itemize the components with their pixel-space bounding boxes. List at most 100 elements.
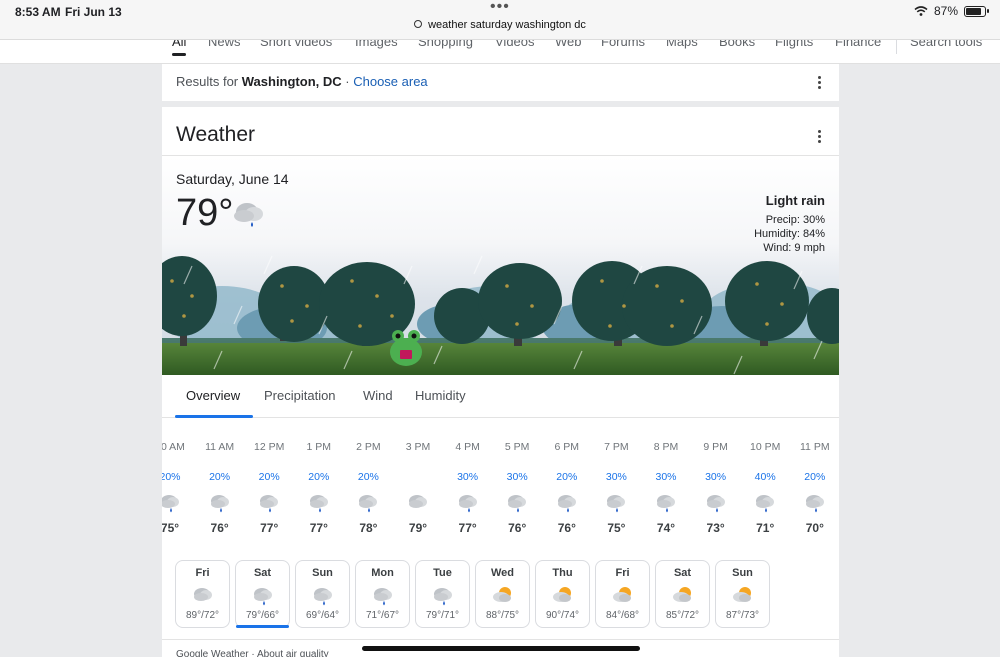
rain-cloud-icon: [506, 491, 528, 515]
search-icon: [414, 20, 423, 28]
current-temperature: 79°: [176, 192, 234, 234]
hour-temp: 74°: [656, 521, 676, 535]
frog-mascot-icon: [390, 330, 422, 366]
rain-cloud-icon: [308, 491, 330, 515]
hour-temp: 75°: [162, 521, 180, 535]
day-name: Sat: [673, 567, 692, 579]
hour-temp: 78°: [359, 521, 378, 535]
day-temps: 84°/68°: [605, 610, 640, 621]
rain-cloud-icon: [372, 584, 394, 606]
hour-temp: 77°: [260, 521, 279, 535]
nav-divider: [896, 40, 897, 54]
nav-tab-videos[interactable]: Videos: [495, 40, 535, 49]
hour-precip: 20%: [162, 471, 181, 483]
nav-tab-finance[interactable]: Finance: [835, 40, 881, 49]
weather-card: Weather Saturday, June 14 79° Light rain…: [162, 107, 839, 657]
day-name: Fri: [195, 567, 210, 579]
home-indicator[interactable]: [362, 646, 640, 651]
rain-cloud-icon: [162, 491, 181, 515]
nav-tab-forums[interactable]: Forums: [601, 40, 645, 49]
results-location: Washington, DC: [241, 74, 342, 89]
nav-tab-flights[interactable]: Flights: [775, 40, 813, 49]
nav-tab-shopping[interactable]: Shopping: [418, 40, 473, 49]
rain-cloud-icon: [252, 584, 274, 606]
rain-cloud-icon: [804, 491, 826, 515]
weather-footer[interactable]: Google Weather · About air quality: [176, 649, 329, 657]
hour-temp: 75°: [607, 521, 626, 535]
results-location-bar: Results for Washington, DC · Choose area: [162, 64, 839, 101]
more-options-icon[interactable]: [818, 76, 822, 90]
partly-sunny-icon: [672, 584, 694, 604]
nav-tab-web[interactable]: Web: [555, 40, 582, 49]
hourly-forecast[interactable]: 10 AM 20% 75° 11 AM 20% 76° 12 PM 20% 77° 1 PM 20%…: [162, 418, 839, 543]
tab-wind[interactable]: Wind: [363, 388, 393, 403]
results-separator: ·: [341, 74, 354, 89]
hour-precip: 20%: [804, 471, 826, 483]
status-date: Fri Jun 13: [65, 5, 122, 19]
hour-time: 10 AM: [162, 441, 185, 453]
weather-tabs: Overview Precipitation Wind Humidity: [162, 375, 839, 418]
rain-cloud-icon: [432, 584, 454, 606]
hour-time: 2 PM: [356, 441, 381, 453]
nav-tab-news[interactable]: News: [208, 40, 241, 49]
rain-cloud-icon: [234, 203, 263, 227]
address-bar[interactable]: weather saturday washington dc: [0, 19, 1000, 31]
daily-item-wed[interactable]: Wed 88°/75°: [475, 560, 530, 628]
status-bar: 8:53 AM Fri Jun 13 ••• weather saturday …: [0, 0, 1000, 40]
day-temps: 87°/73°: [725, 610, 760, 621]
rain-cloud-icon: [754, 491, 776, 515]
selected-day-indicator: [236, 625, 289, 628]
hour-time: 9 PM: [703, 441, 728, 453]
rain-forest-illustration: [162, 255, 839, 375]
daily-item-tue[interactable]: Tue 79°/71°: [415, 560, 470, 628]
hour-precip: 30%: [506, 471, 528, 483]
daily-item-thu[interactable]: Thu 90°/74°: [535, 560, 590, 628]
daily-item-mon[interactable]: Mon 71°/67°: [355, 560, 410, 628]
nav-tab-maps[interactable]: Maps: [666, 40, 698, 49]
battery-percent: 87%: [933, 4, 958, 18]
daily-item-fri[interactable]: Fri 89°/72°: [175, 560, 230, 628]
day-temps: 79°/66°: [245, 610, 280, 621]
tab-precipitation[interactable]: Precipitation: [264, 388, 336, 403]
partly-sunny-icon: [492, 584, 514, 604]
nav-tab-books[interactable]: Books: [719, 40, 755, 49]
hour-precip: 20%: [258, 471, 280, 483]
day-temps: 71°/67°: [365, 610, 400, 621]
tab-humidity[interactable]: Humidity: [415, 388, 466, 403]
nav-tab-search-tools[interactable]: Search tools: [910, 40, 982, 49]
nav-tab-images[interactable]: Images: [355, 40, 398, 49]
hour-temp: 77°: [458, 521, 477, 535]
hour-precip: 30%: [655, 471, 677, 483]
day-temps: 79°/71°: [425, 610, 460, 621]
hour-time: 8 PM: [653, 441, 679, 453]
daily-item-sat[interactable]: Sat 85°/72°: [655, 560, 710, 628]
weather-scene: Saturday, June 14 79° Light rain Precip:…: [162, 156, 839, 375]
rain-cloud-icon: [605, 491, 627, 515]
choose-area-link[interactable]: Choose area: [353, 74, 427, 89]
day-name: Sun: [312, 567, 333, 579]
tab-overview[interactable]: Overview: [186, 388, 240, 403]
day-temps: 90°/74°: [545, 610, 580, 621]
hour-time: 1 PM: [306, 441, 332, 453]
nav-tab-all[interactable]: All: [172, 40, 187, 56]
weather-more-options-icon[interactable]: [818, 130, 822, 144]
hour-temp: 71°: [756, 521, 775, 535]
day-name: Fri: [615, 567, 630, 579]
daily-item-sun[interactable]: Sun 87°/73°: [715, 560, 770, 628]
cloud-icon: [407, 491, 429, 515]
daily-item-sun[interactable]: Sun 69°/64°: [295, 560, 350, 628]
rain-cloud-icon: [312, 584, 334, 606]
nav-tab-short-videos[interactable]: Short videos: [260, 40, 332, 49]
daily-item-sat[interactable]: Sat 79°/66°: [235, 560, 290, 628]
hour-temp: 79°: [408, 521, 428, 535]
hour-time: 6 PM: [554, 441, 580, 453]
address-bar-text: weather saturday washington dc: [428, 19, 586, 31]
rain-cloud-icon: [209, 491, 231, 515]
hour-time: 5 PM: [504, 441, 530, 453]
daily-item-fri[interactable]: Fri 84°/68°: [595, 560, 650, 628]
weather-title: Weather: [176, 123, 255, 146]
day-name: Sat: [253, 567, 272, 579]
hour-time: 10 PM: [750, 441, 781, 453]
partly-sunny-icon: [552, 584, 574, 604]
multitask-dots-icon[interactable]: •••: [490, 0, 510, 16]
